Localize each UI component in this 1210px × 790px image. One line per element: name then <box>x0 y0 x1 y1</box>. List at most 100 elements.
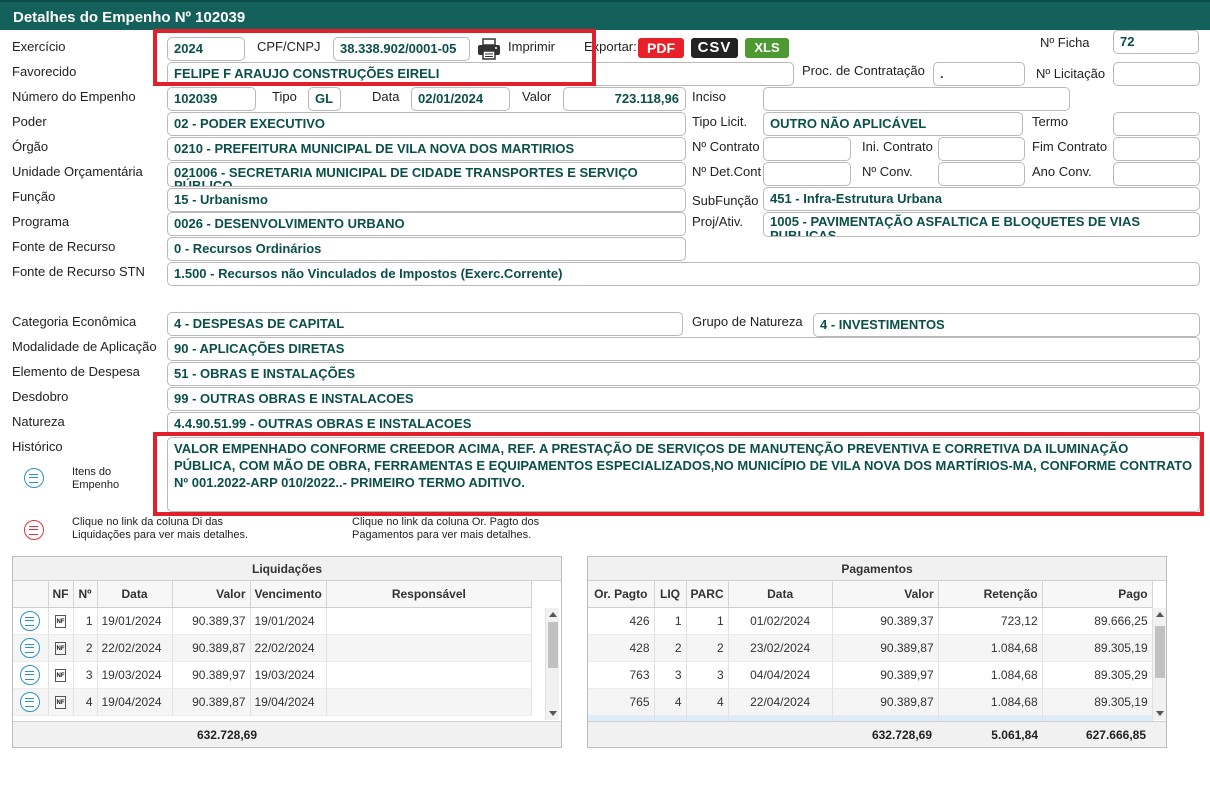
scroll-up-icon[interactable] <box>549 612 557 617</box>
pag-col-data: Data <box>728 581 833 608</box>
liq-detail-icon[interactable] <box>20 664 41 685</box>
label-historico: Histórico <box>12 439 63 454</box>
programa-field: 0026 - DESENVOLVIMENTO URBANO <box>167 212 686 236</box>
export-xls-button[interactable]: XLS <box>745 38 789 58</box>
liq-responsavel <box>326 634 532 662</box>
itens-empenho-link[interactable]: Itens do Empenho <box>72 466 152 492</box>
pag-parc: 2 <box>686 634 729 662</box>
pag-or-link[interactable]: 765 <box>588 688 655 716</box>
export-csv-button[interactable]: CSV <box>691 38 738 58</box>
tipo-field: GL <box>308 87 341 111</box>
pag-pago: 89.666,25 <box>1042 607 1153 635</box>
pag-retencao: 1.084,68 <box>938 688 1043 716</box>
liq-col-icon <box>13 581 49 608</box>
liq-n: 2 <box>73 634 98 662</box>
pag-or-link[interactable]: 426 <box>588 607 655 635</box>
pagamentos-total-valor: 632.728,69 <box>871 728 932 742</box>
pag-pago: 89.305,19 <box>1042 634 1153 662</box>
nf-document-icon[interactable]: NF <box>55 614 66 628</box>
nf-document-icon[interactable]: NF <box>55 641 66 655</box>
pag-col-pago: Pago <box>1042 581 1153 608</box>
liquidacoes-scrollbar[interactable] <box>545 608 559 720</box>
liq-detail-icon[interactable] <box>20 691 41 712</box>
label-tipo-licit: Tipo Licit. <box>692 114 748 129</box>
liq-detail-icon[interactable] <box>20 637 41 658</box>
liq-vencimento: 19/03/2024 <box>250 661 327 689</box>
liq-col-nf: NF <box>48 581 74 608</box>
liq-data: 19/01/2024 <box>97 607 173 635</box>
table-row[interactable]: NF 2 22/02/2024 90.389,87 22/02/2024 <box>13 634 532 662</box>
liq-vencimento: 19/04/2024 <box>250 688 327 716</box>
pagamentos-total-retencao: 5.061,84 <box>991 728 1038 742</box>
data-field: 02/01/2024 <box>411 87 510 111</box>
window-title: Detalhes do Empenho Nº 102039 <box>0 0 1210 30</box>
pagamentos-table: Or. Pagto LIQ PARC Data Valor Retenção P… <box>588 581 1153 743</box>
table-row[interactable]: 426 1 1 01/02/2024 90.389,37 723,12 89.6… <box>588 607 1153 635</box>
pag-valor: 90.389,87 <box>832 688 939 716</box>
scroll-down-icon[interactable] <box>549 711 557 716</box>
liquidacoes-grid: Liquidações NF Nº Data Valor Vencimento … <box>12 556 562 748</box>
highlight-box-historico <box>153 432 1204 516</box>
numero-field: 102039 <box>167 87 256 111</box>
pag-parc: 3 <box>686 661 729 689</box>
liq-responsavel <box>326 661 532 689</box>
liq-valor: 90.389,87 <box>172 688 251 716</box>
highlight-box-header <box>153 29 596 86</box>
label-categoria: Categoria Econômica <box>12 314 137 329</box>
pagamentos-scrollbar[interactable] <box>1152 608 1166 720</box>
table-row[interactable]: NF 4 19/04/2024 90.389,87 19/04/2024 <box>13 688 532 716</box>
liquidacoes-footer: 632.728,69 <box>13 721 561 747</box>
table-row[interactable]: 763 3 3 04/04/2024 90.389,97 1.084,68 89… <box>588 661 1153 689</box>
liq-n: 1 <box>73 607 98 635</box>
pag-data: 01/02/2024 <box>728 607 833 635</box>
liq-valor: 90.389,87 <box>172 634 251 662</box>
scroll-up-icon[interactable] <box>1156 612 1164 617</box>
pag-col-retencao: Retenção <box>938 581 1043 608</box>
scroll-thumb[interactable] <box>1155 626 1165 678</box>
subfuncao-field: 451 - Infra-Estrutura Urbana <box>763 187 1200 211</box>
pag-liq: 4 <box>654 688 687 716</box>
table-row[interactable]: NF 1 19/01/2024 90.389,37 19/01/2024 <box>13 607 532 635</box>
liquidacoes-title: Liquidações <box>13 557 561 581</box>
det-cont-field <box>763 162 851 186</box>
desdobro-field: 99 - OUTRAS OBRAS E INSTALACOES <box>167 387 1200 411</box>
pag-col-valor: Valor <box>832 581 939 608</box>
label-exercicio: Exercício <box>12 39 66 54</box>
liquidacoes-legend-icon <box>24 520 44 540</box>
scroll-down-icon[interactable] <box>1156 711 1164 716</box>
pag-or-link[interactable]: 763 <box>588 661 655 689</box>
liq-data: 22/02/2024 <box>97 634 173 662</box>
pag-parc: 4 <box>686 688 729 716</box>
liquidacoes-total: 632.728,69 <box>196 728 257 742</box>
nf-document-icon[interactable]: NF <box>55 695 66 709</box>
label-natureza: Natureza <box>12 414 65 429</box>
pag-retencao: 1.084,68 <box>938 661 1043 689</box>
pag-valor: 90.389,37 <box>832 607 939 635</box>
liq-responsavel <box>326 607 532 635</box>
label-orgao: Órgão <box>12 139 49 154</box>
label-grupo: Grupo de Natureza <box>692 314 803 329</box>
table-row[interactable]: 428 2 2 23/02/2024 90.389,87 1.084,68 89… <box>588 634 1153 662</box>
table-row[interactable]: NF 3 19/03/2024 90.389,97 19/03/2024 <box>13 661 532 689</box>
nf-document-icon[interactable]: NF <box>55 668 66 682</box>
table-row[interactable]: 765 4 4 22/04/2024 90.389,87 1.084,68 89… <box>588 688 1153 716</box>
unidade-field: 021006 - SECRETARIA MUNICIPAL DE CIDADE … <box>167 162 686 187</box>
label-unidade: Unidade Orçamentária <box>12 164 143 179</box>
orgao-field: 0210 - PREFEITURA MUNICIPAL DE VILA NOVA… <box>167 137 686 161</box>
label-data: Data <box>372 89 400 104</box>
pag-data: 04/04/2024 <box>728 661 833 689</box>
pag-col-parc: PARC <box>686 581 729 608</box>
scroll-thumb[interactable] <box>548 622 558 668</box>
liq-detail-icon[interactable] <box>20 610 41 631</box>
label-det-cont: Nº Det.Cont <box>692 164 762 179</box>
liq-col-vencimento: Vencimento <box>250 581 327 608</box>
itens-list-icon[interactable] <box>24 468 44 488</box>
pagamentos-title: Pagamentos <box>588 557 1166 581</box>
pag-liq: 1 <box>654 607 687 635</box>
label-modalidade: Modalidade de Aplicação <box>12 339 157 354</box>
liq-data: 19/03/2024 <box>97 661 173 689</box>
export-pdf-button[interactable]: PDF <box>638 38 684 58</box>
pag-or-link[interactable]: 428 <box>588 634 655 662</box>
pag-liq: 2 <box>654 634 687 662</box>
pag-data: 22/04/2024 <box>728 688 833 716</box>
